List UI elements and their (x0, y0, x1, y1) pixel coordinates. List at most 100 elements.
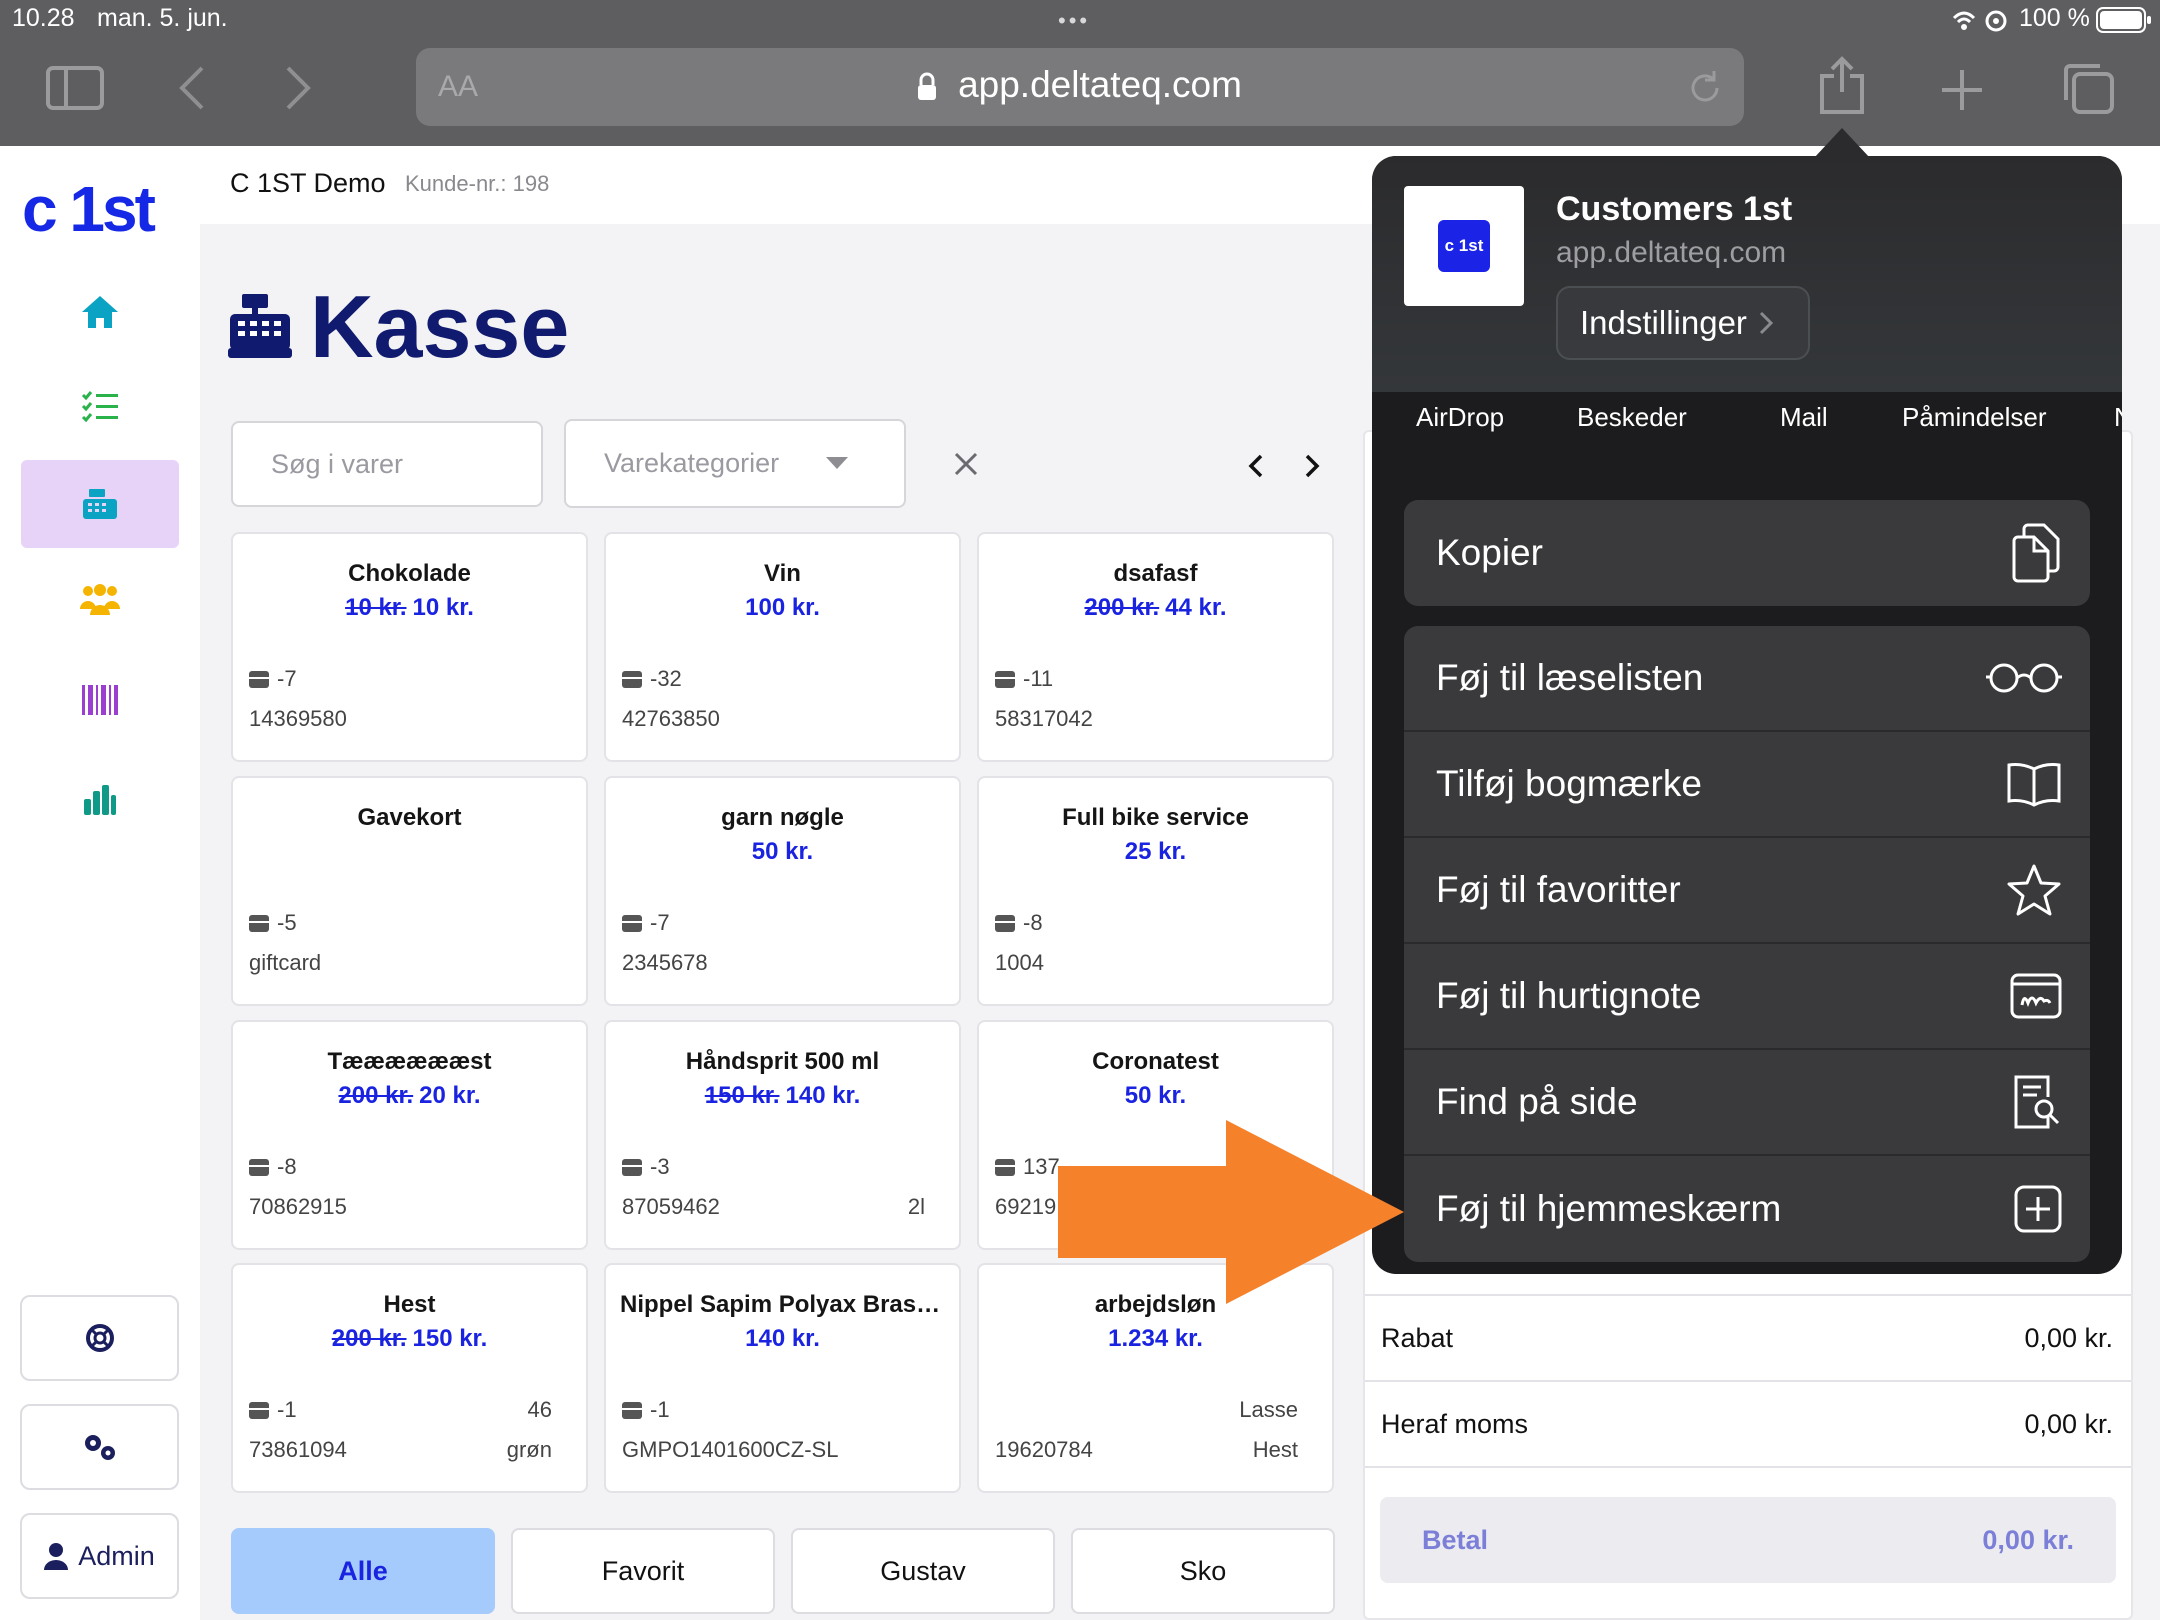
settings-button[interactable] (20, 1404, 179, 1490)
product-price: 10 kr. 10 kr. (233, 594, 586, 622)
site-icon-text: c 1st (1438, 220, 1490, 272)
clear-filter-icon[interactable] (954, 452, 978, 476)
reload-icon[interactable] (1686, 68, 1724, 108)
tab-gustav[interactable]: Gustav (791, 1528, 1055, 1614)
favorites-action[interactable]: Føj til favoritter (1404, 838, 2090, 944)
product-price: 1.234 kr. (979, 1325, 1332, 1353)
reading-list-action[interactable]: Føj til læselisten (1404, 626, 2090, 732)
stock-count: -1 (277, 1397, 297, 1422)
product-card[interactable]: Full bike service 25 kr. -8 1004 (977, 776, 1334, 1006)
prev-page-icon[interactable] (1248, 454, 1264, 478)
tabs-icon[interactable] (2062, 62, 2114, 114)
product-current-price: 25 kr. (1124, 838, 1187, 865)
product-stock: -11 (995, 666, 1053, 692)
product-card[interactable]: dsafasf 200 kr. 44 kr. -11 58317042 (977, 532, 1334, 762)
product-sku: 87059462 (622, 1194, 720, 1219)
category-select[interactable]: Varekategorier (564, 419, 906, 508)
url-text[interactable]: app.deltateq.com (918, 64, 1242, 105)
home-icon (82, 296, 118, 328)
stock-box-icon (622, 914, 642, 932)
nav-home[interactable] (21, 268, 179, 356)
status-date: man. 5. jun. (97, 4, 228, 32)
stock-count: -5 (277, 910, 297, 935)
wifi-icon (1952, 10, 2007, 32)
quick-note-action[interactable]: Føj til hurtignote (1404, 944, 2090, 1050)
stock-count: -32 (650, 666, 682, 691)
vat-value: 0,00 kr. (2024, 1408, 2113, 1439)
nav-tasks[interactable] (21, 362, 179, 450)
find-icon (2014, 1075, 2060, 1129)
product-current-price: 50 kr. (751, 838, 814, 865)
product-card[interactable]: Gavekort -5 giftcard (231, 776, 588, 1006)
product-name: dsafasf (1113, 560, 1198, 587)
nav-products[interactable] (21, 656, 179, 744)
product-card[interactable]: Vin 100 kr. -32 42763850 (604, 532, 961, 762)
product-stock: -7 (622, 910, 670, 936)
lock-icon (918, 72, 936, 100)
lifebuoy-icon (85, 1324, 114, 1352)
product-sku: 14369580 (249, 706, 347, 731)
discount-row[interactable]: Rabat 0,00 kr. (1365, 1294, 2131, 1380)
nav-statistics[interactable] (21, 756, 179, 844)
share-subtitle: app.deltateq.com (1556, 236, 1787, 269)
bookmark-action[interactable]: Tilføj bogmærke (1404, 732, 2090, 838)
share-icon[interactable] (1818, 56, 1866, 114)
admin-button[interactable]: Admin (20, 1513, 179, 1599)
product-variant-detail: 2l (907, 1194, 925, 1219)
copy-action[interactable]: Kopier (1404, 500, 2090, 606)
product-price: 200 kr. 20 kr. (233, 1082, 586, 1110)
find-on-page-action[interactable]: Find på side (1404, 1050, 2090, 1156)
product-stock: -1 (622, 1397, 670, 1423)
share-app-reminders[interactable]: Påmindelser (1902, 402, 2047, 433)
copy-label: Kopier (1436, 532, 1543, 573)
product-stock: -3 (622, 1154, 670, 1180)
tab-favorit[interactable]: Favorit (511, 1528, 775, 1614)
product-card[interactable]: Håndsprit 500 ml 150 kr. 140 kr. -3 87059462… (604, 1020, 961, 1250)
tab-alle[interactable]: Alle (231, 1528, 495, 1614)
product-current-price: 44 kr. (1165, 594, 1227, 621)
share-settings-button[interactable]: Indstillinger (1556, 286, 1810, 360)
stock-box-icon (995, 914, 1015, 932)
pay-button[interactable]: Betal 0,00 kr. (1380, 1497, 2116, 1583)
product-card[interactable]: Tææææææst 200 kr. 20 kr. -8 70862915 (231, 1020, 588, 1250)
nav-customers[interactable] (21, 556, 179, 644)
product-card[interactable]: Chokolade 10 kr. 10 kr. -7 14369580 (231, 532, 588, 762)
product-sku: 58317042 (995, 706, 1093, 731)
product-stock: -1 (249, 1397, 297, 1423)
product-price: 140 kr. (606, 1325, 959, 1353)
product-card[interactable]: garn nøgle 50 kr. -7 2345678 (604, 776, 961, 1006)
chevron-right-icon (1759, 311, 1773, 335)
next-page-icon[interactable] (1304, 454, 1320, 478)
product-card[interactable]: Hest 200 kr. 150 kr. -1 73861094 46 grøn (231, 1263, 588, 1493)
multitask-dots[interactable]: ••• (1058, 8, 1090, 34)
product-price: 150 kr. 140 kr. (606, 1082, 959, 1110)
product-old-price: 200 kr. (331, 1325, 407, 1352)
share-app-mail[interactable]: Mail (1780, 402, 1828, 433)
add-to-home-screen-action[interactable]: Føj til hjemmeskærm (1404, 1156, 2090, 1262)
star-icon (2007, 864, 2061, 916)
customer-number: Kunde-nr.: 198 (405, 171, 550, 196)
app-logo[interactable]: c 1st (22, 172, 156, 246)
register-icon (83, 489, 117, 519)
share-settings-label: Indstillinger (1580, 304, 1747, 341)
nav-register[interactable] (21, 460, 179, 548)
stock-box-icon (249, 914, 269, 932)
share-app-more[interactable]: N (2114, 402, 2122, 433)
product-card[interactable]: Nippel Sapim Polyax Brass... 140 kr. -1 GMP… (604, 1263, 961, 1493)
product-sku: 69219 (995, 1194, 1057, 1219)
share-app-messages[interactable]: Beskeder (1577, 402, 1687, 433)
support-button[interactable] (20, 1295, 179, 1381)
reading-list-label: Føj til læselisten (1436, 657, 1704, 698)
share-title: Customers 1st (1556, 190, 1793, 228)
product-search-input[interactable]: Søg i varer (231, 421, 543, 507)
product-name: Chokolade (348, 560, 471, 587)
tab-sko[interactable]: Sko (1071, 1528, 1335, 1614)
add-square-icon (2014, 1185, 2062, 1233)
product-sku: 1004 (995, 950, 1044, 975)
product-name: Nippel Sapim Polyax Brass... (620, 1291, 950, 1318)
new-tab-icon[interactable] (1940, 68, 1984, 112)
stock-count: -7 (277, 666, 297, 691)
share-app-airdrop[interactable]: AirDrop (1416, 402, 1504, 433)
stock-count: -8 (1023, 910, 1043, 935)
highlight-arrow (1058, 1120, 1404, 1304)
